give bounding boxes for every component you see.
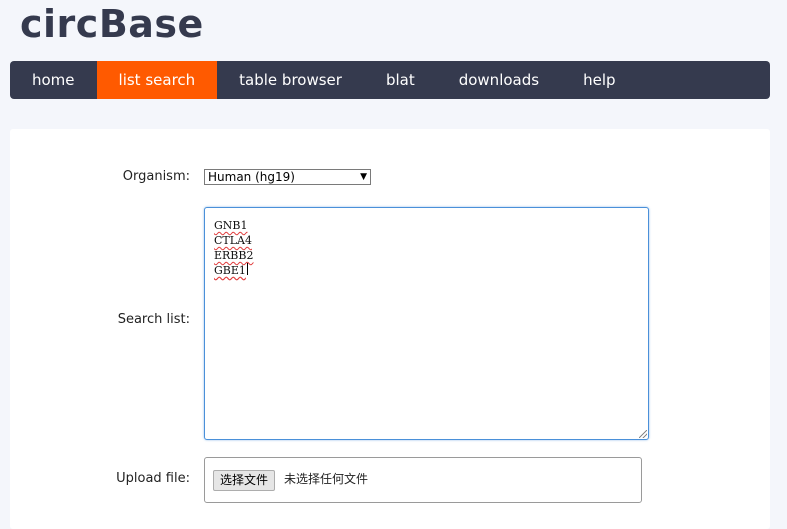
nav-home[interactable]: home xyxy=(10,61,97,99)
file-status-text: 未选择任何文件 xyxy=(284,472,369,486)
resize-handle-icon[interactable] xyxy=(639,430,647,438)
main-nav: home list search table browser blat down… xyxy=(10,61,770,99)
search-list-line: ERBB2 xyxy=(214,249,254,262)
organism-selected-value: Human (hg19) xyxy=(208,170,295,184)
text-cursor xyxy=(246,263,248,275)
site-logo[interactable]: circBase xyxy=(20,2,204,46)
upload-file-box: 选择文件 未选择任何文件 xyxy=(204,457,642,503)
organism-select[interactable]: Human (hg19) ▼ xyxy=(204,169,371,185)
organism-label: Organism: xyxy=(122,169,190,184)
search-list-line-active: GBE1 xyxy=(214,263,248,277)
search-list-line: CTLA4 xyxy=(214,234,253,247)
search-panel: Organism: Human (hg19) ▼ Search list: GN… xyxy=(10,129,770,529)
nav-help[interactable]: help xyxy=(561,61,637,99)
choose-file-button[interactable]: 选择文件 xyxy=(213,470,276,491)
nav-blat[interactable]: blat xyxy=(364,61,437,99)
search-list-label: Search list: xyxy=(117,312,190,327)
dropdown-arrow-icon: ▼ xyxy=(360,172,367,182)
search-list-textarea[interactable]: GNB1 CTLA4 ERBB2 GBE1 xyxy=(204,207,649,440)
upload-file-label: Upload file: xyxy=(116,471,190,486)
nav-list-search[interactable]: list search xyxy=(96,61,218,99)
nav-table-browser[interactable]: table browser xyxy=(217,61,364,99)
nav-downloads[interactable]: downloads xyxy=(437,61,561,99)
search-list-line: GNB1 xyxy=(214,219,248,232)
